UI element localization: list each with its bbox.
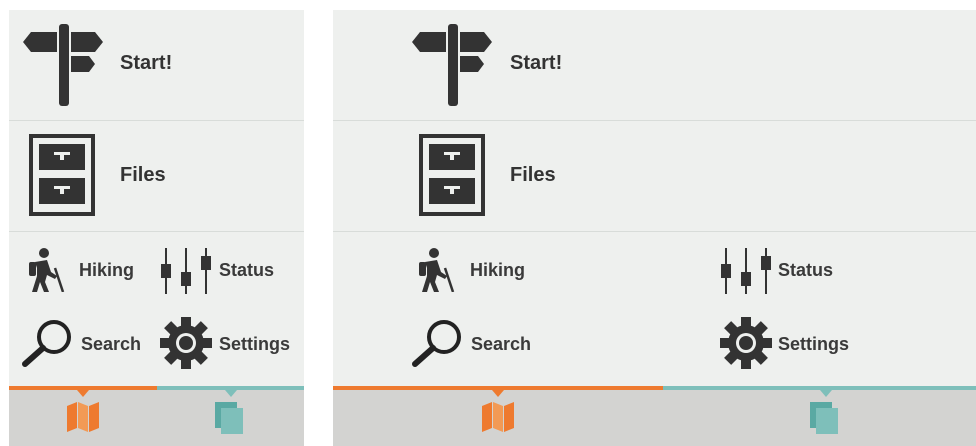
magnifier-icon [412, 320, 461, 367]
files-label: Files [510, 164, 556, 186]
gear-icon [720, 317, 772, 369]
map-icon[interactable] [67, 402, 99, 432]
file-cabinet-icon [29, 134, 95, 216]
start-menu-item[interactable]: Start! [9, 10, 304, 121]
file-cabinet-icon [419, 134, 485, 216]
search-label: Search [471, 334, 532, 354]
gear-icon [160, 317, 212, 369]
hiking-menu-item[interactable]: Hiking [9, 248, 149, 292]
files-menu-item[interactable]: Files [333, 120, 976, 232]
tab-caret-documents [820, 390, 832, 397]
start-menu-item[interactable]: Start! [333, 10, 976, 121]
magnifier-icon [22, 320, 71, 367]
map-icon[interactable] [482, 402, 514, 432]
hiker-icon [29, 248, 65, 292]
menu-panel-narrow: Start! Files Hiking Status Search Settin… [9, 10, 304, 446]
start-label: Start! [510, 52, 563, 74]
settings-label: Settings [778, 334, 850, 354]
signpost-icon [412, 24, 492, 106]
menu-panel-wide: Start! Files Hiking Status Search Settin… [333, 10, 976, 446]
sliders-icon [161, 248, 211, 294]
signpost-icon [23, 24, 103, 106]
sliders-icon [721, 248, 771, 294]
hiking-label: Hiking [470, 260, 526, 280]
hiking-menu-item[interactable]: Hiking [403, 248, 603, 292]
files-menu-item[interactable]: Files [9, 120, 304, 232]
status-label: Status [219, 260, 275, 280]
tab-caret-documents [225, 390, 237, 397]
search-menu-item[interactable]: Search [9, 318, 154, 367]
search-label: Search [81, 334, 142, 354]
tab-caret-map [77, 390, 89, 397]
documents-icon[interactable] [215, 402, 245, 434]
documents-icon[interactable] [810, 402, 840, 434]
search-menu-item[interactable]: Search [403, 318, 603, 367]
hiking-label: Hiking [79, 260, 135, 280]
settings-menu-item[interactable]: Settings [159, 316, 304, 369]
settings-label: Settings [219, 334, 291, 354]
tab-caret-map [492, 390, 504, 397]
tab-bar [9, 386, 304, 446]
status-menu-item[interactable]: Status [159, 248, 304, 294]
status-menu-item[interactable]: Status [719, 248, 919, 294]
tab-bar [333, 386, 976, 446]
start-label: Start! [120, 52, 173, 74]
files-label: Files [120, 164, 166, 186]
hiker-icon [419, 248, 455, 292]
settings-menu-item[interactable]: Settings [719, 316, 919, 369]
status-label: Status [778, 260, 834, 280]
